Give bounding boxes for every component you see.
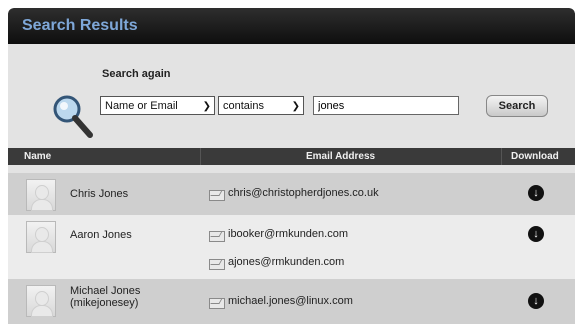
search-area: Search again Name or Email ❯ contains ❯ … — [8, 44, 575, 148]
search-input[interactable] — [313, 96, 459, 115]
download-arrow-icon[interactable]: ↓ — [528, 226, 544, 242]
table-row: Michael Jones (mikejonesey) michael.jone… — [8, 279, 575, 324]
avatar-placeholder-icon — [26, 179, 56, 211]
contact-name: Aaron Jones — [70, 229, 132, 241]
envelope-icon — [209, 298, 225, 309]
panel-title: Search Results — [8, 8, 575, 44]
chevron-down-icon: ❯ — [202, 101, 211, 112]
field-select[interactable]: Name or Email ❯ — [100, 96, 215, 115]
email-address[interactable]: ajones@rmkunden.com — [228, 256, 344, 268]
avatar-placeholder-icon — [26, 285, 56, 317]
magnifier-icon — [53, 95, 93, 138]
email-address[interactable]: ibooker@rmkunden.com — [228, 228, 348, 240]
search-button[interactable]: Search — [486, 95, 548, 117]
download-arrow-icon[interactable]: ↓ — [528, 185, 544, 201]
results-table-header: Name Email Address Download — [8, 148, 575, 165]
email-address[interactable]: chris@christopherdjones.co.uk — [228, 187, 379, 199]
avatar-placeholder-icon — [26, 221, 56, 253]
envelope-icon — [209, 190, 225, 201]
search-again-label: Search again — [102, 68, 171, 80]
download-arrow-icon[interactable]: ↓ — [528, 293, 544, 309]
field-select-value: Name or Email — [105, 100, 178, 112]
envelope-icon — [209, 231, 225, 242]
envelope-icon — [209, 259, 225, 270]
search-results-panel: Search Results Search again Name or Emai… — [8, 8, 575, 324]
column-header-email: Email Address — [306, 151, 376, 162]
operator-select-value: contains — [223, 100, 264, 112]
contact-name: Chris Jones — [70, 188, 129, 200]
column-header-name: Name — [24, 151, 52, 162]
table-row: Chris Jones chris@christopherdjones.co.u… — [8, 173, 575, 215]
table-row: Aaron Jones ibooker@rmkunden.com ajones@… — [8, 215, 575, 279]
chevron-down-icon: ❯ — [291, 101, 300, 112]
contact-name: Michael Jones (mikejonesey) — [70, 285, 141, 309]
email-address[interactable]: michael.jones@linux.com — [228, 295, 353, 307]
column-header-download: Download — [511, 151, 559, 162]
operator-select[interactable]: contains ❯ — [218, 96, 304, 115]
